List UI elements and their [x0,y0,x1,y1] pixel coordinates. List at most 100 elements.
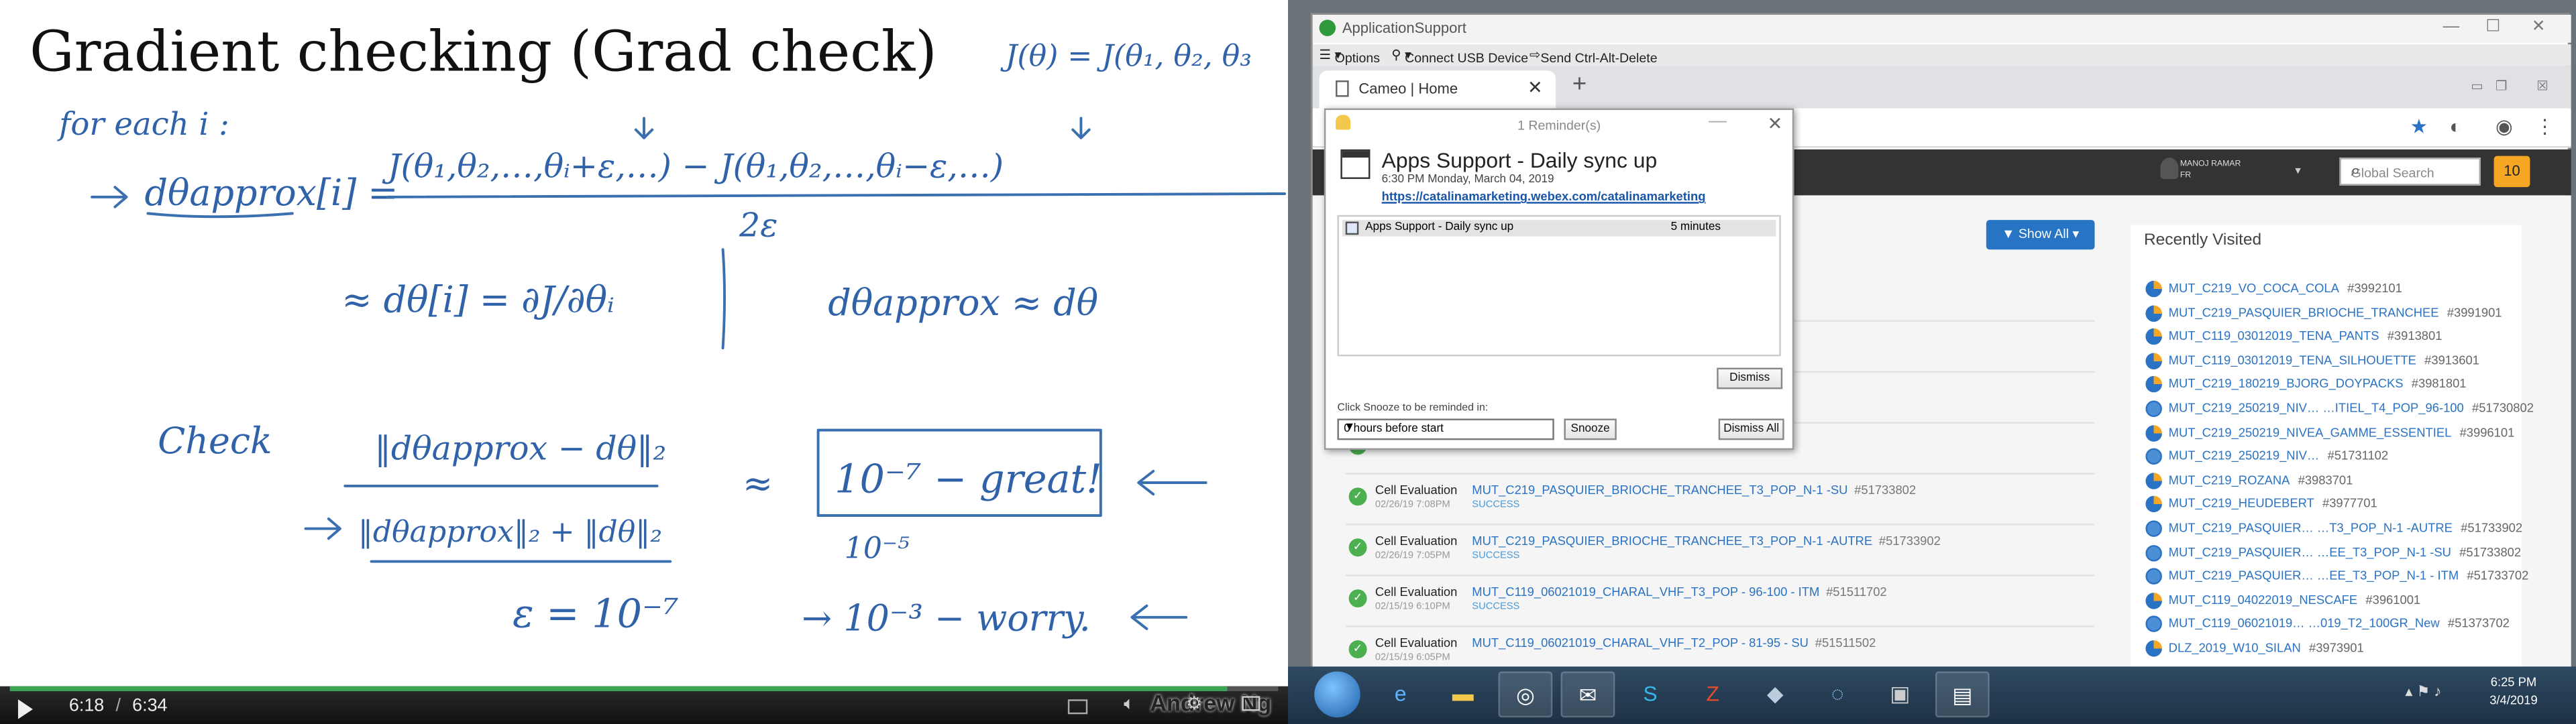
list-item[interactable]: MUT_C219_PASQUIER… …EE_T3_POP_N-1 - ITM #… [2145,568,2528,585]
reminder-dialog: 1 Reminder(s) — ✕ Apps Support - Daily s… [1324,108,1794,450]
minimize-icon[interactable]: — [2443,18,2459,36]
list-item[interactable]: MUT_C219_PASQUIER… …T3_POP_N-1 -AUTRE #51… [2145,520,2522,537]
table-row[interactable]: ✓ Cell Evaluation MUT_C219_PASQUIER_BRIO… [1345,475,2095,526]
video-progress-bar[interactable] [9,686,1279,692]
dismiss-button[interactable]: Dismiss [1717,367,1783,389]
table-row[interactable]: ✓ Cell Evaluation MUT_C219_PASQUIER_BRIO… [1345,526,2095,577]
notes-app-icon[interactable]: ▤ [1935,671,1990,718]
volume-icon[interactable]: 🔈︎ [1124,695,1134,716]
inner-restore-icon[interactable]: ❐ [2496,79,2508,94]
explorer-folder-icon[interactable]: ▬ [1436,672,1490,718]
app-menu-bar: ☰ Options ▾ ⚲ Connect USB Device ▾ ⇨ Sen… [1312,44,2571,66]
row-name-link[interactable]: MUT_C119_06021019_CHARAL_VHF_T3_POP - 96… [1472,585,1886,599]
snooze-button[interactable]: Snooze [1564,418,1617,440]
recent-name: MUT_C119_04022019_NESCAFE [2168,592,2358,607]
menu-options[interactable]: ☰ Options ▾ [1320,48,1381,66]
reminder-list-item[interactable]: Apps Support - Daily sync up 5 minutes [1342,220,1776,237]
list-item[interactable]: MUT_C219_180219_BJORG_DOYPACKS #3981801 [2145,376,2467,394]
list-item[interactable]: MUT_C119_04022019_NESCAFE #3961001 [2145,592,2420,609]
taskbar: e ▬ ◎ ✉ S Z ◆ ◌ ▣ ▤ ▴ ⚑ ♪ 6:25 PM 3/4/20… [1288,666,2576,724]
list-item[interactable]: MUT_C219_VO_COCA_COLA #3992101 [2145,280,2402,298]
pie-chart-icon [2145,328,2162,345]
list-item[interactable]: MUT_C119_06021019… …019_T2_100GR_New #513… [2145,616,2510,633]
tab-cameo-home[interactable]: Cameo | Home ✕ [1319,70,1556,109]
taskbar-clock[interactable]: 6:25 PM 3/4/2019 [2467,673,2559,709]
list-item[interactable]: MUT_C219_HEUDEBERT #3977701 [2145,496,2377,514]
user-chevron-down-icon[interactable]: ▾ [2295,164,2301,177]
table-row[interactable]: ✓ Cell Evaluation MUT_C119_06021019_CHAR… [1345,577,2095,627]
filezilla-icon[interactable]: Z [1686,672,1740,718]
row-name: MUT_C219_PASQUIER_BRIOCHE_TRANCHEE_T3_PO… [1472,483,1848,498]
hw-epsilon: ε = 10⁻⁷ [513,591,679,637]
network-tool-icon[interactable]: ◌ [1811,672,1865,718]
system-tray[interactable]: ▴ ⚑ ♪ [2405,683,2441,701]
fullscreen-icon[interactable] [1242,696,1260,711]
chrome-icon[interactable]: ◎ [1498,671,1553,718]
recent-id: #3992101 [2347,280,2402,296]
notification-badge[interactable]: 10 [2493,156,2530,188]
list-item[interactable]: MUT_C119_03012019_TENA_PANTS #3913801 [2145,328,2442,345]
list-item[interactable]: MUT_C219_250219_NIVEA_GAMME_ESSENTIEL #39… [2145,424,2514,441]
browser-menu-icon[interactable]: ⋮ [2535,115,2555,137]
hw-approx-eq: ≈ dθ[i] = ∂J/∂θᵢ [341,278,614,320]
list-item[interactable]: DLZ_2019_W10_SILAN #3973901 [2145,640,2364,657]
remote-desktop-icon[interactable]: ▣ [1873,672,1927,718]
list-item[interactable]: MUT_C219_PASQUIER… …EE_T3_POP_N-1 -SU #51… [2145,544,2521,561]
list-item[interactable]: MUT_C219_250219_NIV… …ITIEL_T4_POP_96-10… [2145,400,2534,418]
recent-name: DLZ_2019_W10_SILAN [2168,640,2301,656]
recent-id: #51730802 [2471,400,2534,416]
skype-icon[interactable]: S [1623,672,1678,718]
global-search-input[interactable]: Global Search ⌕ [2339,158,2481,186]
close-icon[interactable]: ✕ [2532,18,2546,36]
blocked-icon [2145,544,2162,561]
captions-icon[interactable] [1067,699,1088,715]
recent-name: MUT_C219_ROZANA [2168,472,2290,487]
recent-name: MUT_C219_180219_BJORG_DOYPACKS [2168,376,2404,391]
show-all-button[interactable]: ▼ Show All ▾ [1986,220,2095,250]
ie-icon[interactable]: e [1373,672,1428,718]
bookmark-star-icon[interactable]: ★ [2410,115,2428,137]
row-name-link[interactable]: MUT_C219_PASQUIER_BRIOCHE_TRANCHEE_T3_PO… [1472,534,1941,548]
list-item[interactable]: MUT_C219_250219_NIV… #51731102 [2145,448,2388,465]
row-id: #51733802 [1854,483,1917,498]
recent-name: MUT_C119_03012019_TENA_PANTS [2168,328,2379,344]
search-icon[interactable]: ⌕ [2351,162,2473,180]
row-name-link[interactable]: MUT_C119_06021019_CHARAL_VHF_T2_POP - 81… [1472,636,1876,650]
lecture-video[interactable]: Gradient checking (Grad check) J(θ) = J(… [0,0,1289,724]
new-tab-icon[interactable]: + [1572,70,1587,99]
dialog-minimize-icon[interactable]: — [1709,112,1727,131]
recent-name: MUT_C219_250219_NIVEA_GAMME_ESSENTIEL [2168,424,2452,440]
row-date: 02/15/19 6:10PM [1375,602,1450,613]
row-name-link[interactable]: MUT_C219_PASQUIER_BRIOCHE_TRANCHEE_T3_PO… [1472,483,1916,497]
outlook-icon[interactable]: ✉ [1560,671,1615,718]
list-item[interactable]: MUT_C119_03012019_TENA_SILHOUETTE #391360… [2145,353,2479,369]
menu-ctrl-alt-del[interactable]: ⇨ Send Ctrl-Alt-Delete [1529,48,1658,66]
pie-chart-icon [2145,472,2162,489]
inner-min-icon[interactable]: ▭ [2471,79,2483,94]
row-kind: Cell Evaluation [1375,533,1458,548]
dismiss-all-button[interactable]: Dismiss All [1718,418,1784,440]
user-menu[interactable]: MANOJ RAMAR FR [2160,158,2241,182]
row-name: MUT_C119_06021019_CHARAL_VHF_T3_POP - 96… [1472,584,1820,599]
tab-close-icon[interactable]: ✕ [1527,77,1543,99]
start-button[interactable] [1314,671,1360,718]
profile-icon[interactable]: ◉ [2496,115,2513,137]
video-time: 6:18/6:34 [68,696,168,716]
inner-close-icon[interactable]: ☒ [2536,79,2548,94]
video-controls [0,686,1289,724]
play-icon[interactable] [17,699,33,719]
snooze-select[interactable]: 0 hours before start ▼ [1337,418,1554,440]
postgres-icon[interactable]: ◆ [1748,672,1803,718]
pie-chart-icon [2145,353,2162,369]
list-item[interactable]: MUT_C219_PASQUIER_BRIOCHE_TRANCHEE #39919… [2145,304,2502,322]
maximize-icon[interactable]: ☐ [2485,18,2500,36]
hw-for-each: for each i : [57,106,229,142]
hw-great: 10⁻⁷ − great! [835,456,1102,502]
dialog-close-icon[interactable]: ✕ [1768,113,1783,134]
pie-chart-icon [2145,424,2162,441]
menu-usb[interactable]: ⚲ Connect USB Device ▾ [1391,48,1528,66]
extension-icon[interactable]: ◐ [2449,115,2461,137]
settings-icon[interactable]: ⚙ [1186,692,1202,714]
list-item[interactable]: MUT_C219_ROZANA #3983701 [2145,472,2353,489]
reminder-link[interactable]: https://catalinamarketing.webex.com/cata… [1382,189,1706,204]
